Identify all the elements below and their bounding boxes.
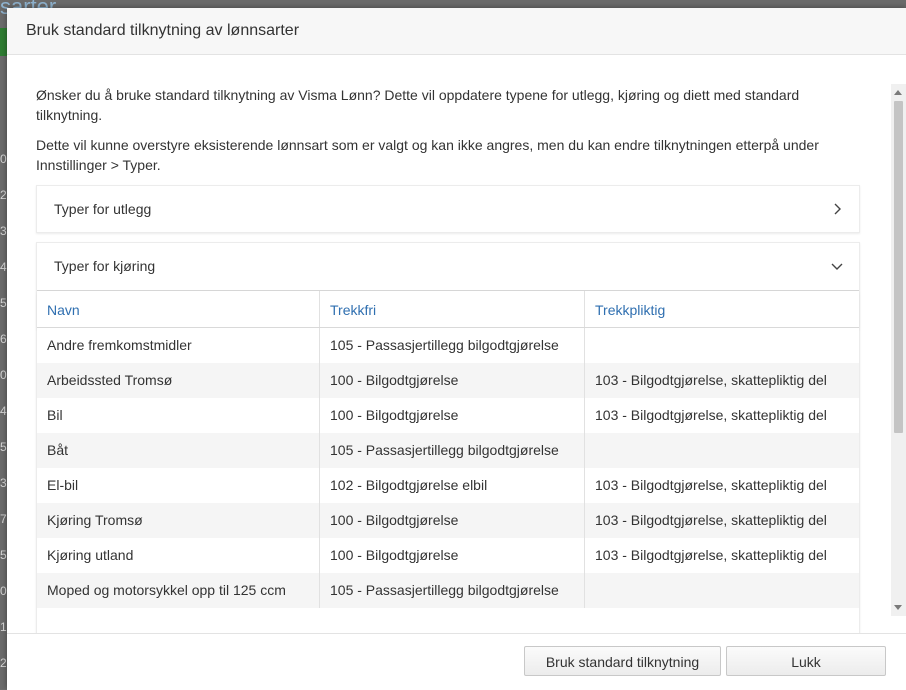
- table-row[interactable]: Kjøring utland 100 - Bilgodtgjørelse 103 -…: [37, 538, 859, 573]
- cell-trekkfri: 100 - Bilgodtgjørelse: [320, 538, 585, 573]
- table-body: Andre fremkomstmidler 105 - Passasjertill…: [37, 328, 859, 608]
- background-row-number: 6: [0, 332, 7, 346]
- apply-standard-button[interactable]: Bruk standard tilknytning: [524, 646, 721, 676]
- dialog-footer: Bruk standard tilknytning Lukk: [7, 633, 906, 690]
- dialog-title: Bruk standard tilknytning av lønnsarter: [26, 22, 300, 39]
- chevron-down-icon: [831, 263, 843, 270]
- background-row-number: 0: [0, 152, 7, 166]
- cell-trekkpliktig: 103 - Bilgodtgjørelse, skattepliktig del: [595, 477, 827, 493]
- background-row-number: 3: [0, 476, 7, 490]
- cell-trekkpliktig: [585, 328, 859, 363]
- cell-trekkpliktig: 103 - Bilgodtgjørelse, skattepliktig del: [595, 512, 827, 528]
- background-row-number: 0: [0, 584, 7, 598]
- table-row[interactable]: Kjøring Tromsø 100 - Bilgodtgjørelse 103 -…: [37, 503, 859, 538]
- table-row[interactable]: Bil 100 - Bilgodtgjørelse 103 - Bilgodtgjø…: [37, 398, 859, 433]
- background-row-number: 5: [0, 440, 7, 454]
- table-row[interactable]: Arbeidssted Tromsø 100 - Bilgodtgjørelse 1…: [37, 363, 859, 398]
- column-header-navn[interactable]: Navn: [37, 291, 320, 327]
- cell-navn: Moped og motorsykkel opp til 125 ccm: [37, 573, 320, 608]
- cell-trekkpliktig: 103 - Bilgodtgjørelse, skattepliktig del: [595, 372, 827, 388]
- accordion-header-kjoring[interactable]: Typer for kjøring: [37, 243, 859, 289]
- cell-trekkfri: 105 - Passasjertillegg bilgodtgjørelse: [320, 573, 585, 608]
- scroll-down-arrow-icon[interactable]: [894, 605, 902, 610]
- cell-trekkpliktig: 103 - Bilgodtgjørelse, skattepliktig del: [595, 547, 827, 563]
- accordion-typer-utlegg: Typer for utlegg: [36, 185, 860, 233]
- background-row-number: 2: [0, 188, 7, 202]
- cell-trekkfri: 105 - Passasjertillegg bilgodtgjørelse: [320, 328, 585, 363]
- cell-navn: Kjøring utland: [37, 538, 320, 573]
- background-row-number: 5: [0, 296, 7, 310]
- cell-trekkfri: 102 - Bilgodtgjørelse elbil: [320, 468, 585, 503]
- accordion-header-utlegg[interactable]: Typer for utlegg: [37, 186, 859, 232]
- cell-navn: Arbeidssted Tromsø: [37, 363, 320, 398]
- kjoring-table: Navn Trekkfri Trekkpliktig Andre fremkom…: [37, 290, 859, 608]
- cell-navn: Båt: [37, 433, 320, 468]
- background-row-number: 1: [0, 620, 7, 634]
- cell-navn: Andre fremkomstmidler: [37, 328, 320, 363]
- accordion-label: Typer for utlegg: [54, 201, 152, 217]
- cell-trekkpliktig: 103 - Bilgodtgjørelse, skattepliktig del: [595, 407, 827, 423]
- cell-navn: Bil: [37, 398, 320, 433]
- background-row-number: 5: [0, 548, 7, 562]
- table-row[interactable]: El-bil 102 - Bilgodtgjørelse elbil 103 - B…: [37, 468, 859, 503]
- scroll-up-arrow-icon[interactable]: [894, 90, 902, 95]
- table-header-row: Navn Trekkfri Trekkpliktig: [37, 291, 859, 328]
- column-header-trekkpliktig[interactable]: Trekkpliktig: [585, 291, 859, 327]
- cell-navn: El-bil: [37, 468, 320, 503]
- column-header-trekkfri[interactable]: Trekkfri: [320, 291, 585, 327]
- warning-text: Dette vil kunne overstyre eksisterende l…: [36, 137, 819, 173]
- background-row-number: 4: [0, 260, 7, 274]
- table-row[interactable]: Moped og motorsykkel opp til 125 ccm 105 …: [37, 573, 859, 608]
- table-row[interactable]: Andre fremkomstmidler 105 - Passasjertill…: [37, 328, 859, 363]
- dialog-header: Bruk standard tilknytning av lønnsarter: [7, 8, 906, 55]
- dialog-scrollbar[interactable]: [891, 84, 906, 616]
- modal-dialog: Bruk standard tilknytning av lønnsarter …: [7, 8, 906, 690]
- background-row-number: 2: [0, 656, 7, 670]
- accordion-label: Typer for kjøring: [54, 258, 156, 274]
- table-row[interactable]: Båt 105 - Passasjertillegg bilgodtgjørels…: [37, 433, 859, 468]
- chevron-right-icon: [834, 203, 841, 215]
- background-row-number: 4: [0, 404, 7, 418]
- cell-trekkfri: 100 - Bilgodtgjørelse: [320, 398, 585, 433]
- cell-trekkpliktig: [585, 433, 859, 468]
- background-row-number: 3: [0, 224, 7, 238]
- background-row-numbers: 0 2 3 4 5 6 0 4 5 3 7 5 0 1 2: [0, 150, 7, 690]
- intro-text: Ønsker du å bruke standard tilknytning a…: [36, 87, 800, 123]
- background-row-number: 0: [0, 368, 7, 382]
- dialog-body[interactable]: Ønsker du å bruke standard tilknytning a…: [7, 55, 906, 633]
- cell-trekkfri: 100 - Bilgodtgjørelse: [320, 363, 585, 398]
- cell-trekkfri: 100 - Bilgodtgjørelse: [320, 503, 585, 538]
- cell-navn: Kjøring Tromsø: [37, 503, 320, 538]
- cell-trekkpliktig: [585, 573, 859, 608]
- background-green-button: [0, 28, 7, 56]
- cell-trekkfri: 105 - Passasjertillegg bilgodtgjørelse: [320, 433, 585, 468]
- close-button[interactable]: Lukk: [726, 646, 886, 676]
- background-row-number: 7: [0, 512, 7, 526]
- accordion-typer-kjoring: Typer for kjøring Navn Trekkfri Trekkpli…: [36, 242, 860, 633]
- scrollbar-thumb[interactable]: [894, 101, 903, 433]
